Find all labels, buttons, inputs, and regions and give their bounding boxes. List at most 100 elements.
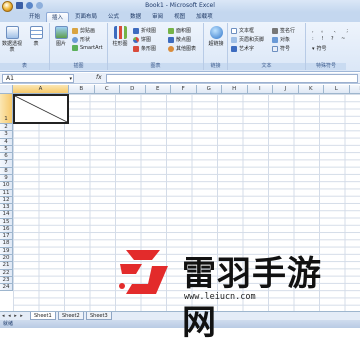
area-chart-icon xyxy=(168,28,174,34)
bar-chart-button[interactable]: 条形图 xyxy=(133,45,156,52)
row-header-7[interactable]: 7 xyxy=(0,160,13,167)
row-header-10[interactable]: 10 xyxy=(0,182,13,189)
column-header-g[interactable]: G xyxy=(197,85,223,94)
name-box[interactable]: A1▾ xyxy=(2,74,74,83)
tab-review[interactable]: 审阅 xyxy=(147,12,168,22)
column-header-a[interactable]: A xyxy=(13,85,69,94)
area-chart-button[interactable]: 面积图 xyxy=(168,27,191,34)
column-header-f[interactable]: F xyxy=(171,85,197,94)
row-header-20[interactable]: 20 xyxy=(0,255,13,262)
omega-icon xyxy=(272,46,278,52)
column-header-e[interactable]: E xyxy=(146,85,172,94)
column-header-k[interactable]: K xyxy=(299,85,325,94)
row-header-14[interactable]: 14 xyxy=(0,211,13,218)
wordart-button[interactable]: 艺术字 xyxy=(231,45,254,52)
pie-chart-button[interactable]: 饼图 xyxy=(133,36,151,43)
picture-button[interactable]: 图片 xyxy=(51,26,71,47)
scatter-chart-button[interactable]: 散点图 xyxy=(168,36,191,43)
line-chart-icon xyxy=(133,28,139,34)
group-links: 超链接 链接 xyxy=(204,23,228,70)
special-symbol-button[interactable]: ▾符号 xyxy=(312,45,327,52)
scatter-chart-icon xyxy=(168,37,174,43)
header-footer-icon xyxy=(231,37,237,43)
row-header-22[interactable]: 22 xyxy=(0,270,13,277)
cell-a1-selected[interactable] xyxy=(13,94,69,124)
sheet-tab-2[interactable]: Sheet2 xyxy=(58,312,84,320)
tab-data[interactable]: 数据 xyxy=(125,12,146,22)
row-header-21[interactable]: 21 xyxy=(0,262,13,269)
clipart-button[interactable]: 剪贴画 xyxy=(72,27,95,34)
row-header-16[interactable]: 16 xyxy=(0,226,13,233)
tab-formulas[interactable]: 公式 xyxy=(103,12,124,22)
tab-insert[interactable]: 插入 xyxy=(46,12,69,22)
smartart-button[interactable]: SmartArt xyxy=(72,45,103,51)
fx-icon[interactable]: fx xyxy=(96,74,102,81)
bar-chart-icon xyxy=(133,46,139,52)
column-chart-button[interactable]: 柱形图 xyxy=(110,26,130,47)
watermark: 雷羽手游网 www.leiucn.com xyxy=(112,240,352,312)
group-text: 文本框 页眉和页脚 艺术字 签名行 对象 符号 文本 xyxy=(228,23,306,70)
select-all-corner[interactable] xyxy=(0,85,13,94)
row-header-17[interactable]: 17 xyxy=(0,233,13,240)
signature-icon xyxy=(272,28,278,34)
row-header-23[interactable]: 23 xyxy=(0,277,13,284)
row-header-6[interactable]: 6 xyxy=(0,153,13,160)
tab-page-layout[interactable]: 页面布局 xyxy=(70,12,102,22)
table-button[interactable]: 表 xyxy=(26,26,46,47)
tab-home[interactable]: 开始 xyxy=(24,12,45,22)
textbox-button[interactable]: 文本框 xyxy=(231,27,254,34)
row-header-2[interactable]: 2 xyxy=(0,124,13,131)
column-header-i[interactable]: I xyxy=(248,85,274,94)
row-header-18[interactable]: 18 xyxy=(0,240,13,247)
diagonal-line xyxy=(15,96,67,122)
shapes-icon xyxy=(72,37,78,43)
row-header-8[interactable]: 8 xyxy=(0,168,13,175)
ribbon-tabs: 开始 插入 页面布局 公式 数据 审阅 视图 加载项 xyxy=(0,12,360,22)
special-punct-row2[interactable]: : ! ? ~ xyxy=(312,36,348,42)
group-charts: 柱形图 折线图 饼图 条形图 面积图 散点图 其他图表 图表 xyxy=(108,23,204,70)
formula-input[interactable] xyxy=(106,74,358,83)
column-header-j[interactable]: J xyxy=(273,85,299,94)
shapes-button[interactable]: 形状 xyxy=(72,36,90,43)
row-header-19[interactable]: 19 xyxy=(0,248,13,255)
row-header-3[interactable]: 3 xyxy=(0,131,13,138)
column-header-h[interactable]: H xyxy=(222,85,248,94)
object-button[interactable]: 对象 xyxy=(272,36,290,43)
hyperlink-button[interactable]: 超链接 xyxy=(206,26,226,47)
signature-line-button[interactable]: 签名行 xyxy=(272,27,295,34)
sheet-nav-buttons[interactable]: ◂ ◂ ▸ ▸ xyxy=(2,313,24,319)
column-header-l[interactable]: L xyxy=(324,85,350,94)
sheet-tab-3[interactable]: Sheet3 xyxy=(86,312,112,320)
object-icon xyxy=(272,37,278,43)
column-header-d[interactable]: D xyxy=(120,85,146,94)
row-header-11[interactable]: 11 xyxy=(0,190,13,197)
symbol-button[interactable]: 符号 xyxy=(272,45,290,52)
row-header-13[interactable]: 13 xyxy=(0,204,13,211)
row-header-12[interactable]: 12 xyxy=(0,197,13,204)
chevron-down-icon[interactable]: ▾ xyxy=(69,75,72,83)
column-header-c[interactable]: C xyxy=(95,85,121,94)
tab-view[interactable]: 视图 xyxy=(169,12,190,22)
special-punct-row1[interactable]: , 。 、 ; xyxy=(312,27,351,34)
line-chart-button[interactable]: 折线图 xyxy=(133,27,156,34)
group-special-symbols: , 。 、 ; : ! ? ~ ▾符号 特殊符号 xyxy=(306,23,346,70)
pivot-table-icon xyxy=(6,26,19,39)
row-header-4[interactable]: 4 xyxy=(0,139,13,146)
header-footer-button[interactable]: 页眉和页脚 xyxy=(231,36,264,43)
row-header-15[interactable]: 15 xyxy=(0,219,13,226)
group-tables: 数据透视表 表 表 xyxy=(0,23,50,70)
picture-icon xyxy=(55,26,68,39)
wordart-icon xyxy=(231,46,237,52)
row-header-5[interactable]: 5 xyxy=(0,146,13,153)
column-header-b[interactable]: B xyxy=(69,85,95,94)
other-charts-button[interactable]: 其他图表 xyxy=(168,45,196,52)
tab-addins[interactable]: 加载项 xyxy=(191,12,218,22)
column-header-m[interactable]: M xyxy=(350,85,360,94)
pivot-table-button[interactable]: 数据透视表 xyxy=(2,26,22,53)
formula-bar-area: A1▾ fx xyxy=(0,73,360,84)
sheet-tab-1[interactable]: Sheet1 xyxy=(30,312,56,320)
row-header-9[interactable]: 9 xyxy=(0,175,13,182)
row-header-24[interactable]: 24 xyxy=(0,284,13,291)
smartart-icon xyxy=(72,45,78,51)
row-header-1[interactable]: 1 xyxy=(0,94,13,124)
